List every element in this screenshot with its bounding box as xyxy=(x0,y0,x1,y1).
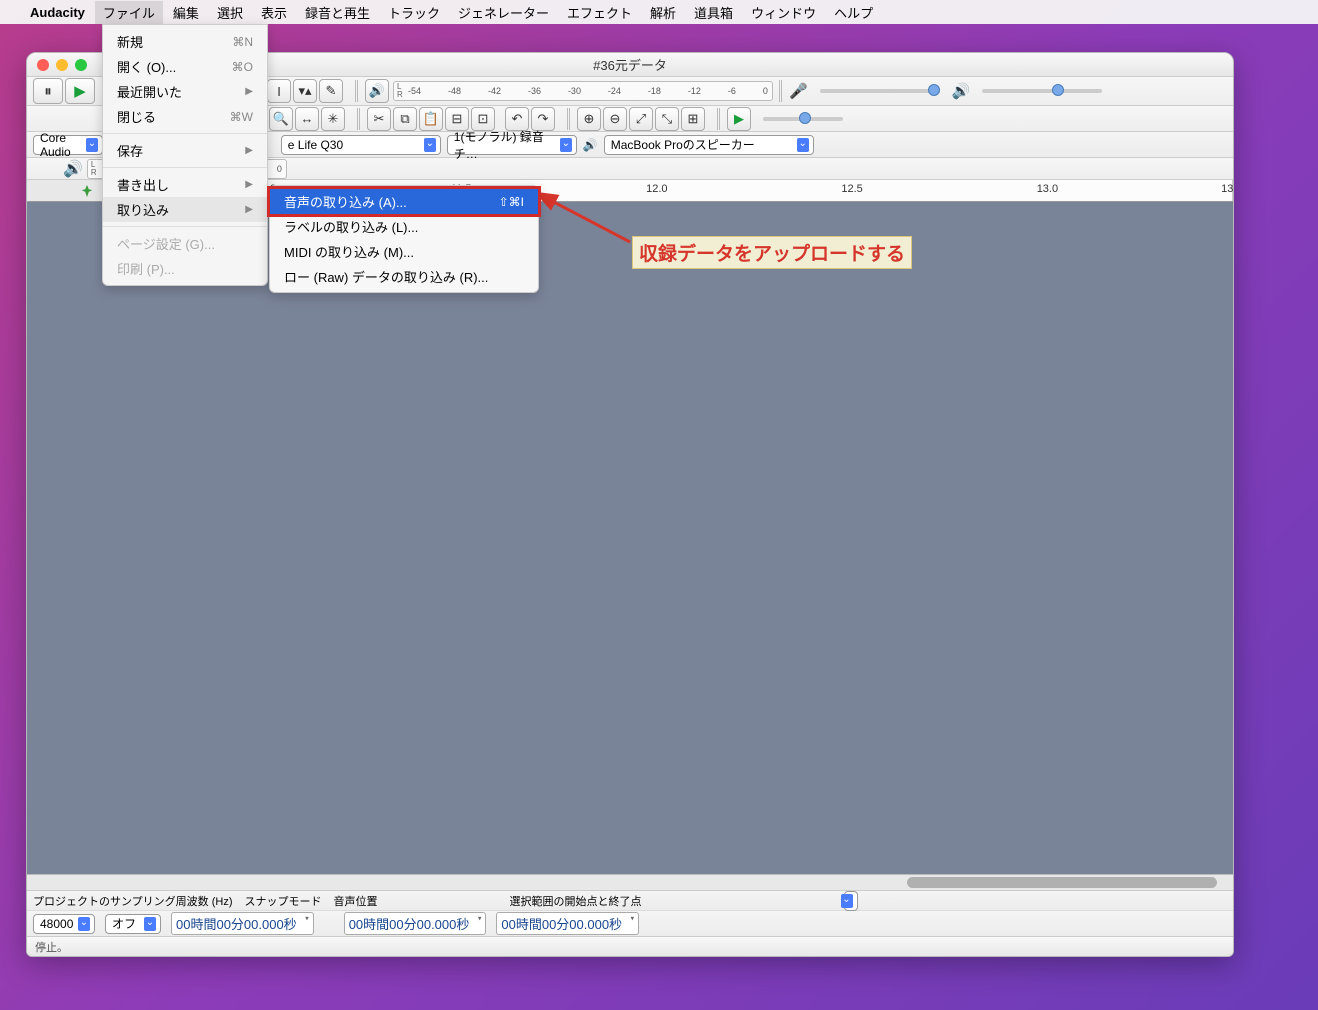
file-new[interactable]: 新規⌘N xyxy=(103,29,267,54)
zoom-in-icon[interactable]: ⊕ xyxy=(577,107,601,131)
horizontal-scrollbar[interactable] xyxy=(27,874,1233,890)
selection-end-field[interactable]: 00時間00分00.000秒 xyxy=(496,912,639,935)
menu-file[interactable]: ファイル xyxy=(95,1,163,24)
timeshift-tool-icon[interactable]: ↔ xyxy=(295,107,319,131)
import-label[interactable]: ラベルの取り込み (L)... xyxy=(270,214,538,239)
input-channels-select[interactable]: 1(モノラル) 録音チ… xyxy=(447,135,577,155)
fit-selection-icon[interactable]: ⤢ xyxy=(629,107,653,131)
import-raw[interactable]: ロー (Raw) データの取り込み (R)... xyxy=(270,264,538,289)
menu-edit[interactable]: 編集 xyxy=(173,3,199,22)
file-import[interactable]: 取り込み▶ xyxy=(103,197,267,222)
meter-lr-label: L R xyxy=(397,83,405,99)
copy-icon[interactable]: ⧉ xyxy=(393,107,417,131)
menu-view[interactable]: 表示 xyxy=(261,3,287,22)
annotation-text: 収録データをアップロードする xyxy=(632,236,912,269)
cut-icon[interactable]: ✂ xyxy=(367,107,391,131)
track-area: 11.0 11.5 12.0 12.5 13.0 13.5 xyxy=(27,180,1233,890)
play-at-speed-button[interactable]: ▶ xyxy=(727,107,751,131)
selection-tool-icon[interactable]: I xyxy=(267,79,291,103)
pause-button[interactable]: ⏸ xyxy=(33,78,63,104)
import-submenu: 音声の取り込み (A)...⇧⌘I ラベルの取り込み (L)... MIDI の… xyxy=(269,185,539,293)
file-open[interactable]: 開く (O)...⌘O xyxy=(103,54,267,79)
file-print: 印刷 (P)... xyxy=(103,256,267,281)
import-midi[interactable]: MIDI の取り込み (M)... xyxy=(270,239,538,264)
selection-toolbar-labels: プロジェクトのサンプリング周波数 (Hz) スナップモード 音声位置 選択範囲の… xyxy=(27,890,1233,910)
speaker-out-icon: 🔊 xyxy=(952,82,971,100)
menu-analyze[interactable]: 解析 xyxy=(650,3,676,22)
menu-generate[interactable]: ジェネレーター xyxy=(458,3,549,22)
menu-effect[interactable]: エフェクト xyxy=(567,3,632,22)
rate-label: プロジェクトのサンプリング周波数 (Hz) xyxy=(33,893,233,909)
snap-mode-select[interactable]: オフ xyxy=(105,914,161,934)
playback-volume-slider[interactable] xyxy=(982,89,1102,93)
menu-transport[interactable]: 録音と再生 xyxy=(305,3,370,22)
mac-menubar: Audacity ファイル 編集 選択 表示 録音と再生 トラック ジェネレータ… xyxy=(0,0,1318,24)
input-device-select[interactable]: e Life Q30 xyxy=(281,135,441,155)
sel-format-select[interactable] xyxy=(844,891,858,911)
audio-position-field[interactable]: 00時間00分00.000秒 xyxy=(171,912,314,935)
menu-help[interactable]: ヘルプ xyxy=(834,3,873,22)
sel-label: 選択範囲の開始点と終了点 xyxy=(510,893,642,909)
output-device-select[interactable]: MacBook Proのスピーカー xyxy=(604,135,814,155)
status-bar: 停止。 xyxy=(27,936,1233,956)
speaker-meter-icon: 🔊 xyxy=(63,159,83,179)
selection-start-field[interactable]: 00時間00分00.000秒 xyxy=(344,912,487,935)
mic-icon: 🎤 xyxy=(789,82,808,100)
zoom-out-icon[interactable]: ⊖ xyxy=(603,107,627,131)
project-rate-field[interactable]: 48000 xyxy=(33,914,95,934)
menu-window[interactable]: ウィンドウ xyxy=(751,3,816,22)
multi-tool-icon[interactable]: ✳ xyxy=(321,107,345,131)
play-button[interactable]: ▶ xyxy=(65,78,95,104)
menu-tracks[interactable]: トラック xyxy=(388,3,440,22)
app-name[interactable]: Audacity xyxy=(30,5,85,20)
snap-label: スナップモード xyxy=(245,893,322,909)
menu-select[interactable]: 選択 xyxy=(217,3,243,22)
host-select[interactable]: Core Audio xyxy=(33,135,103,155)
recording-meter[interactable]: L R -54-48-42-36-30-24-18-12-60 xyxy=(393,81,773,101)
paste-icon[interactable]: 📋 xyxy=(419,107,443,131)
track-canvas[interactable] xyxy=(27,202,1233,874)
draw-tool-icon[interactable]: ✎ xyxy=(319,79,343,103)
pos-label: 音声位置 xyxy=(334,893,378,909)
file-menu-dropdown: 新規⌘N 開く (O)...⌘O 最近開いた▶ 閉じる⌘W 保存▶ 書き出し▶ … xyxy=(102,24,268,286)
file-export[interactable]: 書き出し▶ xyxy=(103,172,267,197)
fit-project-icon[interactable]: ⤡ xyxy=(655,107,679,131)
file-close[interactable]: 閉じる⌘W xyxy=(103,104,267,129)
pin-icon xyxy=(80,184,94,198)
zoom-tool-icon[interactable]: 🔍 xyxy=(269,107,293,131)
speaker-icon[interactable]: 🔊 xyxy=(365,79,389,103)
import-audio[interactable]: 音声の取り込み (A)...⇧⌘I xyxy=(270,189,538,214)
recording-volume-slider[interactable] xyxy=(820,89,940,93)
file-pagesetup: ページ設定 (G)... xyxy=(103,231,267,256)
output-icon: 🔊 xyxy=(583,138,598,152)
envelope-tool-icon[interactable]: ▾▴ xyxy=(293,79,317,103)
selection-toolbar-values: 48000 オフ 00時間00分00.000秒 00時間00分00.000秒 0… xyxy=(27,910,1233,936)
play-speed-slider[interactable] xyxy=(763,117,843,121)
zoom-toggle-icon[interactable]: ⊞ xyxy=(681,107,705,131)
menu-tools[interactable]: 道具箱 xyxy=(694,3,733,22)
file-save[interactable]: 保存▶ xyxy=(103,138,267,163)
file-recent[interactable]: 最近開いた▶ xyxy=(103,79,267,104)
